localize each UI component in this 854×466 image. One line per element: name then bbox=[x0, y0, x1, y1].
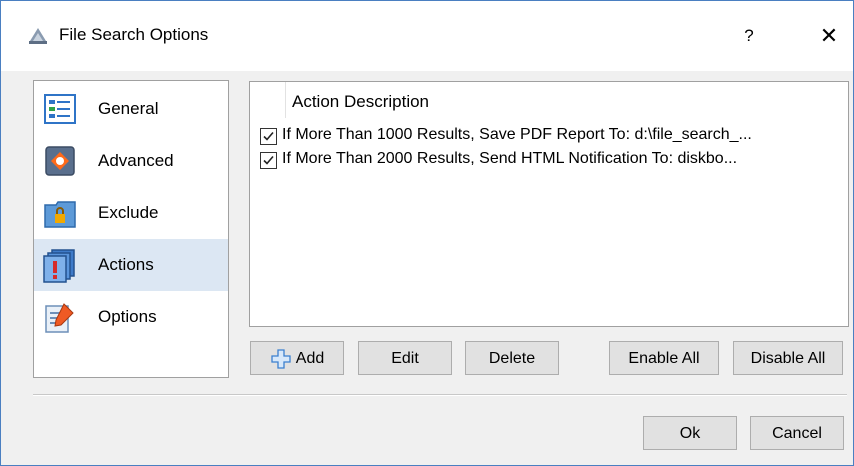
title-bar: File Search Options ? ✕ bbox=[1, 1, 853, 71]
cancel-button[interactable]: Cancel bbox=[750, 416, 844, 450]
app-icon bbox=[29, 28, 47, 44]
nav-label-exclude: Exclude bbox=[98, 203, 159, 222]
actions-icon bbox=[43, 249, 75, 283]
add-button[interactable]: Add bbox=[250, 341, 344, 375]
exclude-icon bbox=[44, 201, 76, 228]
nav-label-advanced: Advanced bbox=[98, 151, 174, 170]
actions-list: Action Description If More Than 1000 Res… bbox=[249, 81, 849, 327]
checkmark-icon bbox=[263, 131, 274, 141]
category-nav: General Advanced Exclude Actions Options bbox=[33, 80, 229, 378]
nav-item-options[interactable]: Options bbox=[34, 291, 228, 343]
checkmark-icon bbox=[263, 155, 274, 165]
enable-all-button[interactable]: Enable All bbox=[609, 341, 719, 375]
nav-label-options: Options bbox=[98, 307, 157, 326]
divider-highlight bbox=[33, 395, 847, 396]
nav-item-exclude[interactable]: Exclude bbox=[34, 187, 228, 239]
ok-button[interactable]: Ok bbox=[643, 416, 737, 450]
nav-item-actions[interactable]: Actions bbox=[34, 239, 228, 291]
nav-item-advanced[interactable]: Advanced bbox=[34, 135, 228, 187]
dialog-title: File Search Options bbox=[59, 25, 209, 44]
list-item[interactable]: If More Than 2000 Results, Send HTML Not… bbox=[260, 150, 848, 172]
action-description: If More Than 2000 Results, Send HTML Not… bbox=[282, 150, 738, 167]
close-button[interactable]: ✕ bbox=[809, 21, 849, 51]
column-divider bbox=[285, 82, 286, 118]
plus-icon bbox=[271, 349, 291, 369]
add-button-label: Add bbox=[295, 350, 325, 367]
column-header-action-description[interactable]: Action Description bbox=[292, 92, 429, 112]
advanced-icon bbox=[45, 146, 75, 176]
action-checkbox[interactable] bbox=[260, 128, 277, 145]
nav-item-general[interactable]: General bbox=[34, 83, 228, 135]
action-description: If More Than 1000 Results, Save PDF Repo… bbox=[282, 126, 752, 143]
edit-button[interactable]: Edit bbox=[358, 341, 452, 375]
nav-label-actions: Actions bbox=[98, 255, 154, 274]
options-icon bbox=[45, 303, 74, 333]
delete-button[interactable]: Delete bbox=[465, 341, 559, 375]
general-icon bbox=[44, 94, 76, 124]
nav-label-general: General bbox=[98, 99, 159, 118]
disable-all-button[interactable]: Disable All bbox=[733, 341, 843, 375]
action-checkbox[interactable] bbox=[260, 152, 277, 169]
file-search-options-dialog: File Search Options ? ✕ General Advanced bbox=[0, 0, 854, 466]
list-item[interactable]: If More Than 1000 Results, Save PDF Repo… bbox=[260, 126, 848, 148]
help-button[interactable]: ? bbox=[729, 21, 769, 51]
